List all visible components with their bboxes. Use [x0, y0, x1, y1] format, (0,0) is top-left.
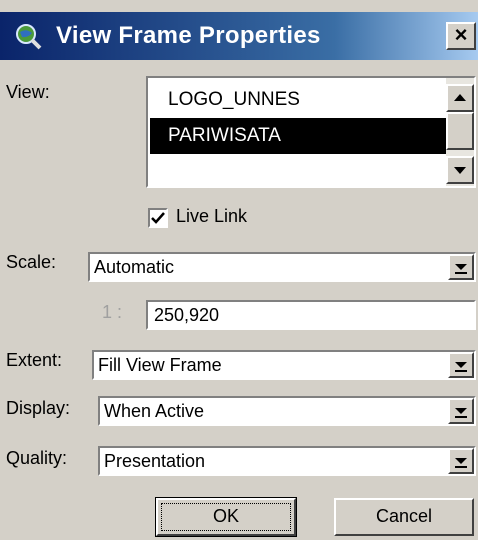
cancel-button-label: Cancel — [375, 506, 433, 526]
extent-label: Extent: — [6, 350, 63, 370]
quality-dropdown[interactable]: Presentation — [98, 446, 476, 476]
display-value: When Active — [104, 401, 205, 421]
extent-dropdown-button[interactable] — [448, 352, 474, 378]
checkmark-icon — [151, 212, 165, 224]
window-title: View Frame Properties — [56, 22, 321, 49]
close-icon: × — [454, 22, 468, 47]
ratio-prefix: 1 : — [102, 302, 123, 322]
scale-value: Automatic — [94, 257, 175, 277]
scale-ratio-value: 250,920 — [154, 305, 220, 325]
scale-label: Scale: — [6, 252, 57, 272]
quality-label: Quality: — [6, 448, 68, 468]
display-label: Display: — [6, 398, 71, 418]
display-dropdown[interactable]: When Active — [98, 396, 476, 426]
quality-value: Presentation — [104, 451, 206, 471]
list-item[interactable]: LOGO_UNNES — [150, 82, 446, 118]
display-dropdown-button[interactable] — [448, 398, 474, 424]
extent-dropdown[interactable]: Fill View Frame — [92, 350, 476, 380]
extent-value: Fill View Frame — [98, 355, 222, 375]
chevron-down-icon — [455, 458, 467, 468]
scale-ratio-input[interactable]: 250,920 — [146, 300, 476, 330]
quality-dropdown-button[interactable] — [448, 448, 474, 474]
live-link-checkbox[interactable] — [148, 208, 168, 228]
scroll-thumb[interactable] — [446, 112, 474, 150]
chevron-down-icon — [455, 362, 467, 372]
arrow-up-icon — [454, 94, 466, 101]
scale-dropdown-button[interactable] — [448, 254, 474, 280]
arrow-down-icon — [454, 167, 466, 174]
chevron-down-icon — [455, 264, 467, 274]
globe-magnifier-icon — [16, 24, 42, 50]
scale-dropdown[interactable]: Automatic — [88, 252, 476, 282]
scroll-up-button[interactable] — [446, 84, 474, 112]
close-button[interactable]: × — [446, 22, 476, 50]
list-item-selected[interactable]: PARIWISATA — [150, 118, 446, 154]
scroll-down-button[interactable] — [446, 156, 474, 184]
view-label: View: — [6, 82, 50, 102]
ok-button[interactable]: OK — [155, 497, 297, 537]
live-link-label: Live Link — [176, 206, 248, 226]
list-item[interactable] — [150, 154, 446, 190]
chevron-down-icon — [455, 408, 467, 418]
focus-rect — [161, 503, 291, 531]
view-listbox[interactable]: LOGO_UNNES PARIWISATA — [146, 76, 476, 188]
view-list-scrollbar[interactable] — [446, 78, 474, 186]
view-frame-properties-dialog: View Frame Properties × View: LOGO_UNNES… — [0, 0, 482, 540]
cancel-button[interactable]: Cancel — [334, 498, 474, 536]
title-bar[interactable]: View Frame Properties × — [0, 12, 478, 60]
